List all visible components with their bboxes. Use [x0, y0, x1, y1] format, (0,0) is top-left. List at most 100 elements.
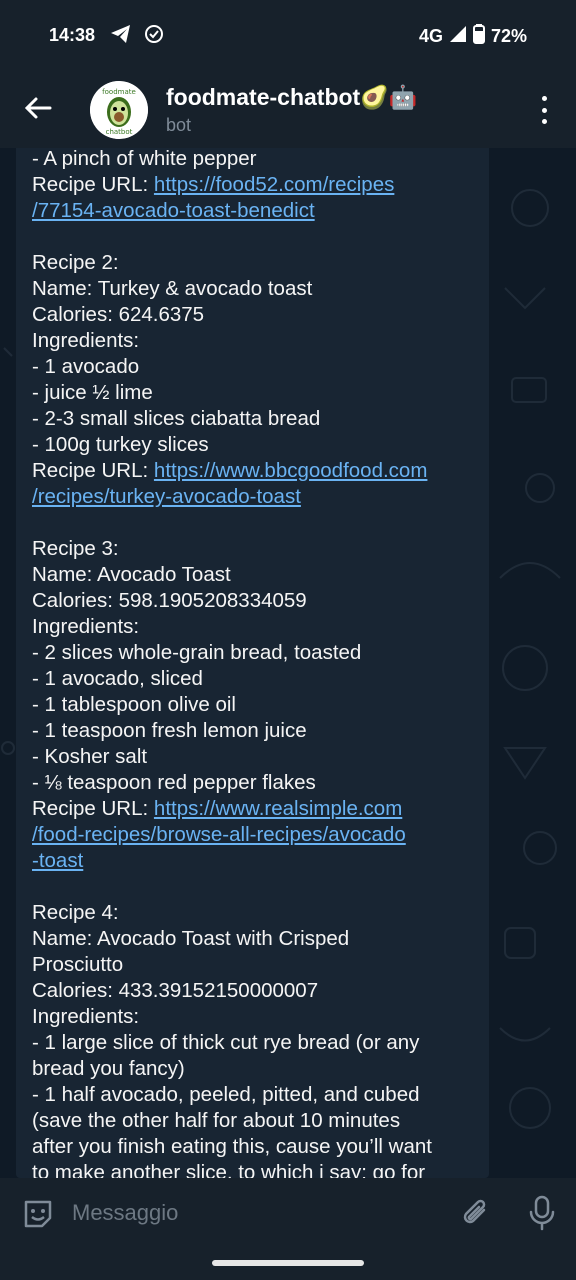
recipe-url-link[interactable]: https://www.bbcgoodfood.com: [154, 459, 428, 482]
message-line: - 1 teaspoon fresh lemon juice: [32, 718, 482, 744]
line-text: Recipe URL:: [32, 797, 154, 820]
more-menu-button[interactable]: [534, 94, 554, 126]
message-line: Ingredients:: [32, 614, 482, 640]
message-input[interactable]: [70, 1192, 444, 1234]
message-line: -toast: [32, 848, 482, 874]
line-text: Recipe 3:: [32, 537, 119, 560]
line-text: (save the other half for about 10 minute…: [32, 1109, 401, 1132]
message-line: Recipe URL: https://www.bbcgoodfood.com: [32, 458, 482, 484]
message-line: Calories: 433.39152150000007: [32, 978, 482, 1004]
line-text: Prosciutto: [32, 953, 124, 976]
status-time: 14:38: [49, 25, 96, 45]
message-line: Ingredients:: [32, 1004, 482, 1030]
line-text: - ⅛ teaspoon red pepper flakes: [32, 771, 316, 794]
line-text: Name: Avocado Toast with Crisped: [32, 927, 350, 950]
message-line: - A pinch of white pepper: [32, 148, 482, 172]
line-text: - juice ½ lime: [32, 381, 153, 404]
recipe-url-link[interactable]: /food-recipes/browse-all-recipes/avocado: [32, 823, 406, 846]
status-right: 4G 72%: [419, 24, 527, 49]
battery-percent: 72%: [490, 26, 527, 46]
dot-icon: [541, 107, 547, 113]
chat-title[interactable]: foodmate-chatbot🥑🤖: [166, 84, 417, 111]
system-nav-bar: [0, 1248, 576, 1280]
line-text: Ingredients:: [32, 1005, 140, 1028]
line-text: - 2-3 small slices ciabatta bread: [32, 407, 321, 430]
battery-icon: [472, 24, 485, 49]
message-line: /recipes/turkey-avocado-toast: [32, 484, 482, 510]
dot-icon: [541, 96, 547, 101]
line-text: Ingredients:: [32, 329, 140, 352]
message-line: - 2 slices whole-grain bread, toasted: [32, 640, 482, 666]
message-line: Calories: 598.1905208334059: [32, 588, 482, 614]
back-button[interactable]: [20, 90, 56, 126]
line-text: bread you fancy): [32, 1057, 185, 1080]
recipe-url-link[interactable]: https://www.realsimple.com: [154, 797, 402, 820]
recipe-url-link[interactable]: /77154-avocado-toast-benedict: [32, 199, 315, 222]
microphone-icon: [529, 1195, 555, 1231]
line-text: - 1 teaspoon fresh lemon juice: [32, 719, 307, 742]
sticker-smile-icon: [24, 1200, 52, 1228]
line-text: - 2 slices whole-grain bread, toasted: [32, 641, 362, 664]
line-text: Recipe URL:: [32, 459, 154, 482]
network-label: 4G: [418, 26, 443, 46]
message-line: - juice ½ lime: [32, 380, 482, 406]
message-line: bread you fancy): [32, 1056, 482, 1082]
message-text: - A pinch of white pepper Recipe URL: htt…: [32, 148, 482, 1178]
line-text: Calories: 624.6375: [32, 303, 205, 326]
avocado-logo-icon: foodmate chatbot: [90, 81, 148, 139]
line-text: - 1 avocado: [32, 355, 140, 378]
message-line: - 100g turkey slices: [32, 432, 482, 458]
message-line: [32, 874, 482, 900]
message-line: Calories: 624.6375: [32, 302, 482, 328]
message-line: Recipe 4:: [32, 900, 482, 926]
chat-area[interactable]: - A pinch of white pepper Recipe URL: htt…: [0, 148, 576, 1178]
line-text: - 1 large slice of thick cut rye bread (…: [32, 1031, 420, 1054]
bot-avatar[interactable]: foodmate chatbot: [90, 81, 148, 139]
message-line: [32, 224, 482, 250]
home-gesture-pill[interactable]: [212, 1260, 364, 1266]
line-text: - 1 avocado, sliced: [32, 667, 203, 690]
chat-subtitle: bot: [166, 115, 192, 135]
message-line: Recipe URL: https://food52.com/recipes: [32, 172, 482, 198]
avatar-text-top: foodmate: [102, 88, 136, 96]
line-text: after you finish eating this, cause you’…: [32, 1135, 432, 1158]
line-text: - A pinch of white pepper: [32, 148, 257, 170]
line-text: - Kosher salt: [32, 745, 148, 768]
message-line: Prosciutto: [32, 952, 482, 978]
line-text: Recipe 2:: [32, 251, 119, 274]
arrow-left-icon: [24, 97, 52, 119]
recipe-url-link[interactable]: -toast: [32, 849, 83, 872]
line-text: Name: Turkey & avocado toast: [32, 277, 313, 300]
line-text: Name: Avocado Toast: [32, 563, 231, 586]
message-line: - 1 tablespoon olive oil: [32, 692, 482, 718]
message-line: Recipe 3:: [32, 536, 482, 562]
avatar-text-bottom: chatbot: [106, 128, 133, 136]
line-text: - 1 tablespoon olive oil: [32, 693, 236, 716]
line-text: - 100g turkey slices: [32, 433, 209, 456]
message-line: [32, 510, 482, 536]
recipe-url-link[interactable]: /recipes/turkey-avocado-toast: [32, 485, 301, 508]
emoji-button[interactable]: [20, 1196, 56, 1232]
line-text: Ingredients:: [32, 615, 140, 638]
message-line: Recipe URL: https://www.realsimple.com: [32, 796, 482, 822]
voice-record-button[interactable]: [524, 1194, 560, 1232]
message-line: to make another slice, to which i say: g…: [32, 1160, 482, 1178]
message-line: Ingredients:: [32, 328, 482, 354]
telegram-icon: [110, 24, 132, 49]
attach-button[interactable]: [458, 1196, 494, 1232]
message-line: - Kosher salt: [32, 744, 482, 770]
chat-header: foodmate chatbot foodmate-chatbot🥑🤖 bot: [0, 72, 576, 148]
line-text: to make another slice, to which i say: g…: [32, 1161, 426, 1178]
check-circle-icon: [144, 24, 164, 49]
status-left-icons: [110, 24, 164, 49]
line-text: Recipe URL:: [32, 173, 154, 196]
line-text: - 1 half avocado, peeled, pitted, and cu…: [32, 1083, 420, 1106]
message-line: - 2-3 small slices ciabatta bread: [32, 406, 482, 432]
paperclip-icon: [463, 1199, 486, 1224]
line-text: Calories: 598.1905208334059: [32, 589, 307, 612]
status-bar: 14:38 4G 72%: [0, 0, 576, 72]
signal-icon: [449, 25, 467, 48]
line-text: Recipe 4:: [32, 901, 119, 924]
recipe-url-link[interactable]: https://food52.com/recipes: [154, 173, 394, 196]
message-bubble[interactable]: - A pinch of white pepper Recipe URL: htt…: [16, 148, 489, 1178]
